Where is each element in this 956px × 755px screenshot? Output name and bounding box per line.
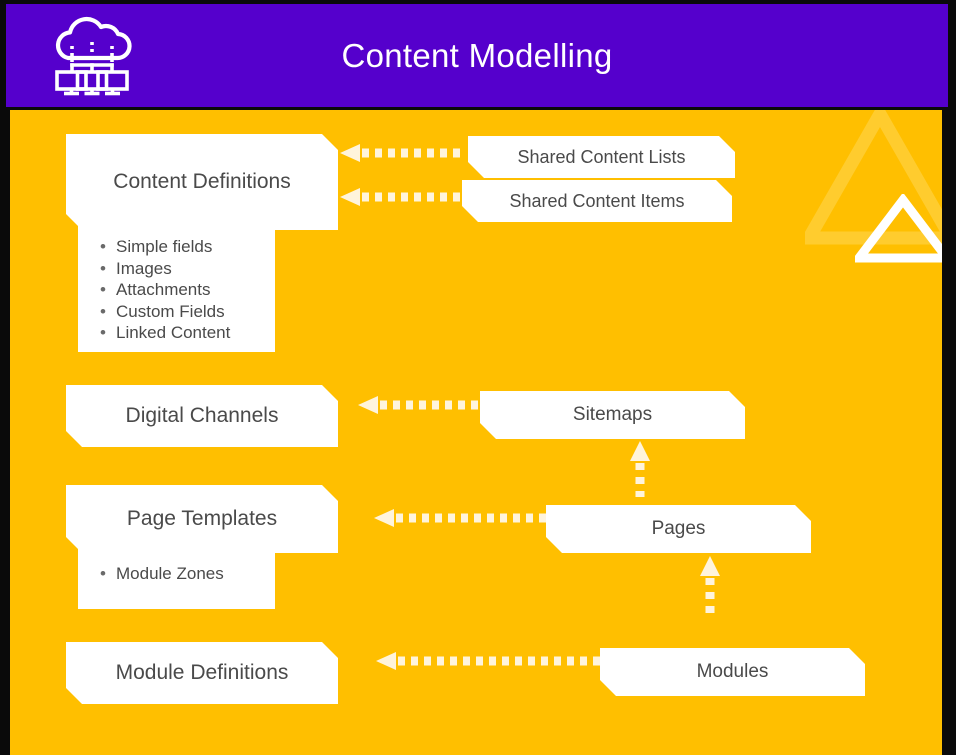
card-sitemaps-label: Sitemaps xyxy=(572,404,653,425)
card-modules-label: Modules xyxy=(696,661,769,682)
connector-shared-content-lists-to-content-definitions xyxy=(340,142,466,164)
connector-shared-content-items-to-content-definitions xyxy=(340,186,466,208)
card-shared-content-lists[interactable]: Shared Content Lists xyxy=(468,136,735,178)
card-shared-content-items[interactable]: Shared Content Items xyxy=(462,180,732,222)
connector-pages-to-sitemaps xyxy=(627,441,653,497)
triangle-outline-icon-small xyxy=(849,192,942,264)
list-item: Custom Fields xyxy=(78,301,275,323)
connector-modules-to-pages xyxy=(697,556,723,618)
card-sitemaps[interactable]: Sitemaps xyxy=(480,391,745,439)
list-item: Module Zones xyxy=(78,563,275,585)
diagram-canvas: Content Definitions Simple fields Images… xyxy=(10,110,942,755)
list-item: Linked Content xyxy=(78,322,275,344)
connector-modules-to-module-definitions xyxy=(376,650,600,672)
card-pages[interactable]: Pages xyxy=(546,505,811,553)
card-module-definitions-label: Module Definitions xyxy=(115,661,289,684)
card-content-definitions-label: Content Definitions xyxy=(113,170,291,193)
card-page-templates-label: Page Templates xyxy=(126,507,278,530)
connector-pages-to-page-templates xyxy=(374,507,546,529)
card-digital-channels[interactable]: Digital Channels xyxy=(66,385,338,447)
triangle-outline-icon-large xyxy=(797,110,942,246)
card-shared-content-lists-label: Shared Content Lists xyxy=(517,147,686,167)
card-digital-channels-label: Digital Channels xyxy=(125,404,279,427)
list-item: Images xyxy=(78,258,275,280)
connector-sitemaps-to-digital-channels xyxy=(358,394,480,416)
page-templates-bullet-list: Module Zones xyxy=(78,545,275,585)
card-pages-label: Pages xyxy=(651,518,706,539)
list-item: Attachments xyxy=(78,279,275,301)
list-item: Simple fields xyxy=(78,236,275,258)
card-shared-content-items-label: Shared Content Items xyxy=(509,191,685,211)
slide-canvas: Content Modelling Content Definitions Si… xyxy=(0,0,956,755)
content-definitions-bullet-list: Simple fields Images Attachments Custom … xyxy=(78,222,275,344)
card-page-templates[interactable]: Page Templates xyxy=(66,485,338,553)
card-content-definitions[interactable]: Content Definitions xyxy=(66,134,338,230)
card-module-definitions[interactable]: Module Definitions xyxy=(66,642,338,704)
page-title: Content Modelling xyxy=(341,37,613,74)
card-modules[interactable]: Modules xyxy=(600,648,865,696)
panel-content-definitions-bullets: Simple fields Images Attachments Custom … xyxy=(78,222,275,352)
panel-page-templates-bullets: Module Zones xyxy=(78,545,275,609)
slide-header: Content Modelling xyxy=(6,4,948,107)
